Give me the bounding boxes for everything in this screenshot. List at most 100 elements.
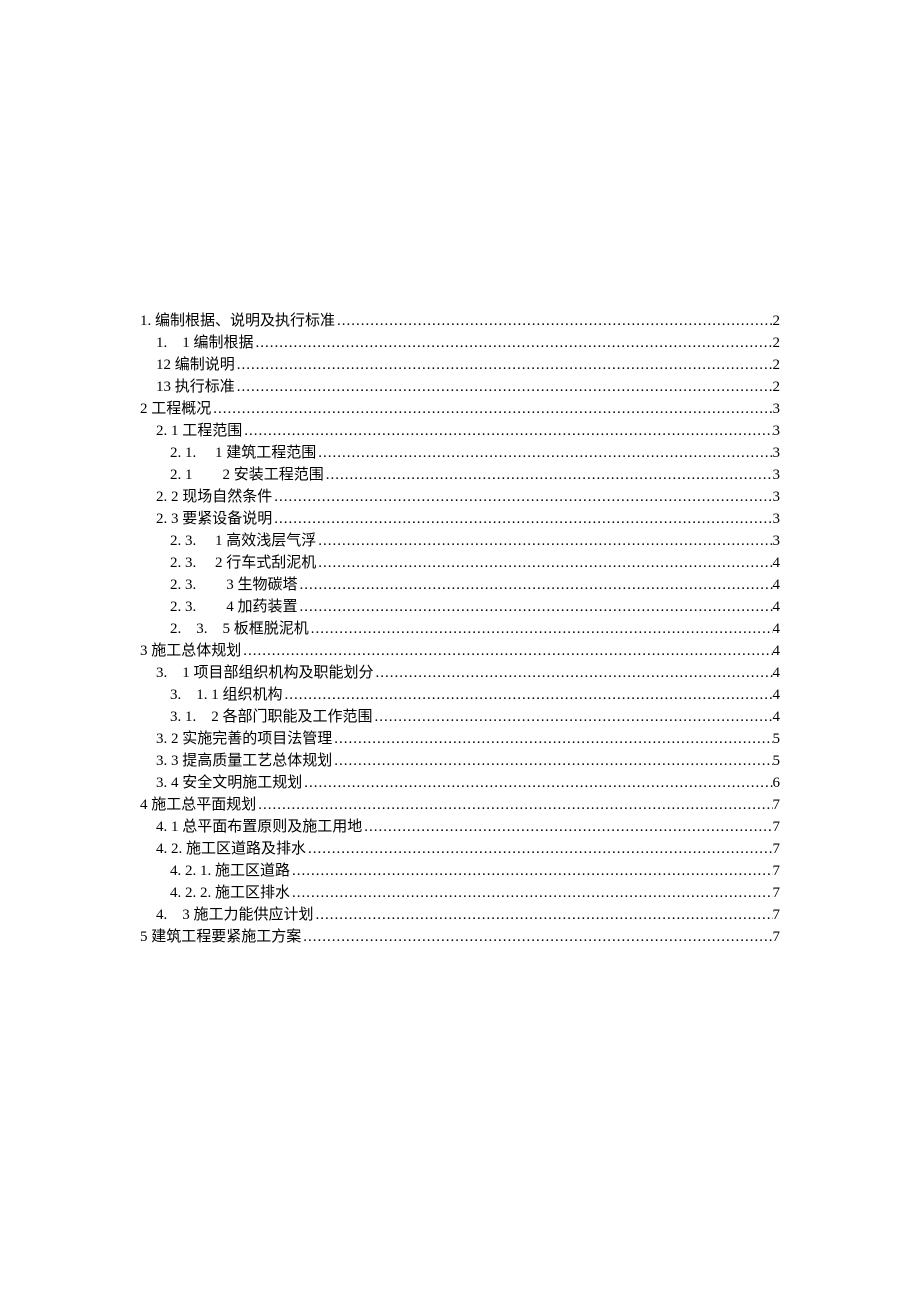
toc-page-number: 7 (773, 816, 781, 838)
toc-label: 2 工程概况 (140, 398, 211, 420)
toc-entry: 4. 2. 施工区道路及排水 7 (140, 838, 780, 860)
toc-dots (306, 838, 772, 860)
toc-label: 4. 2. 施工区道路及排水 (156, 838, 306, 860)
toc-page-number: 5 (773, 728, 781, 750)
toc-dots (235, 354, 773, 376)
toc-entry: 4. 2. 1. 施工区道路 7 (140, 860, 780, 882)
toc-label: 13 执行标准 (156, 376, 235, 398)
toc-dots (290, 882, 772, 904)
toc-entry: 2. 3. 3 生物碳塔 4 (140, 574, 780, 596)
toc-label: 2. 1 2 安装工程范围 (170, 464, 324, 486)
toc-dots (316, 552, 772, 574)
toc-label: 1. 1 编制根据 (156, 332, 254, 354)
toc-entry: 4. 3 施工力能供应计划 7 (140, 904, 780, 926)
toc-page-number: 4 (773, 662, 781, 684)
toc-entry: 4. 1 总平面布置原则及施工用地 7 (140, 816, 780, 838)
toc-dots (211, 398, 772, 420)
toc-page-number: 4 (773, 640, 781, 662)
toc-dots (298, 596, 773, 618)
toc-page-number: 3 (773, 442, 781, 464)
toc-dots (316, 442, 772, 464)
toc-page: 1. 编制根据、说明及执行标准 2 1. 1 编制根据 2 12 编制说明 2 … (0, 0, 920, 1048)
toc-entry: 3. 4 安全文明施工规划 6 (140, 772, 780, 794)
toc-page-number: 7 (773, 838, 781, 860)
toc-label: 4. 2. 2. 施工区排水 (170, 882, 290, 904)
toc-page-number: 7 (773, 904, 781, 926)
toc-page-number: 3 (773, 464, 781, 486)
toc-dots (324, 464, 773, 486)
toc-label: 2. 3. 2 行车式刮泥机 (170, 552, 316, 574)
toc-page-number: 3 (773, 530, 781, 552)
toc-entry: 2. 3 要紧设备说明 3 (140, 508, 780, 530)
toc-page-number: 7 (773, 882, 781, 904)
toc-dots (332, 750, 772, 772)
toc-label: 2. 3. 3 生物碳塔 (170, 574, 298, 596)
toc-entry: 5 建筑工程要紧施工方案 7 (140, 926, 780, 948)
toc-label: 1. 编制根据、说明及执行标准 (140, 310, 335, 332)
toc-label: 4 施工总平面规划 (140, 794, 256, 816)
toc-label: 2. 3. 1 高效浅层气浮 (170, 530, 316, 552)
toc-entry: 3. 2 实施完善的项目法管理 5 (140, 728, 780, 750)
toc-dots (290, 860, 772, 882)
toc-page-number: 3 (773, 486, 781, 508)
toc-dots (373, 706, 773, 728)
toc-label: 5 建筑工程要紧施工方案 (140, 926, 301, 948)
toc-dots (283, 684, 773, 706)
toc-entry: 1. 1 编制根据 2 (140, 332, 780, 354)
toc-label: 3. 3 提高质量工艺总体规划 (156, 750, 332, 772)
toc-page-number: 2 (773, 332, 781, 354)
toc-entry: 3. 1. 1 组织机构 4 (140, 684, 780, 706)
toc-label: 2. 3. 4 加药装置 (170, 596, 298, 618)
toc-dots (374, 662, 773, 684)
toc-label: 2. 3 要紧设备说明 (156, 508, 272, 530)
toc-entry: 2. 3. 5 板框脱泥机 4 (140, 618, 780, 640)
toc-dots (314, 904, 773, 926)
toc-page-number: 4 (773, 574, 781, 596)
toc-page-number: 7 (773, 926, 781, 948)
toc-page-number: 3 (773, 398, 781, 420)
toc-dots (254, 332, 773, 354)
toc-label: 3 施工总体规划 (140, 640, 241, 662)
toc-entry: 2. 3. 2 行车式刮泥机 4 (140, 552, 780, 574)
toc-dots (332, 728, 772, 750)
toc-entry: 12 编制说明 2 (140, 354, 780, 376)
toc-entry: 2. 2 现场自然条件 3 (140, 486, 780, 508)
toc-page-number: 2 (773, 376, 781, 398)
toc-page-number: 2 (773, 310, 781, 332)
toc-dots (272, 486, 772, 508)
toc-page-number: 2 (773, 354, 781, 376)
toc-dots (298, 574, 773, 596)
toc-dots (302, 772, 772, 794)
toc-label: 2. 1 工程范围 (156, 420, 242, 442)
toc-page-number: 4 (773, 706, 781, 728)
toc-label: 3. 2 实施完善的项目法管理 (156, 728, 332, 750)
toc-label: 3. 1 项目部组织机构及职能划分 (156, 662, 374, 684)
toc-entry: 13 执行标准 2 (140, 376, 780, 398)
toc-entry: 2. 3. 1 高效浅层气浮 3 (140, 530, 780, 552)
toc-label: 4. 3 施工力能供应计划 (156, 904, 314, 926)
toc-entry: 2. 3. 4 加药装置 4 (140, 596, 780, 618)
toc-dots (272, 508, 772, 530)
toc-entry: 3. 1 项目部组织机构及职能划分 4 (140, 662, 780, 684)
toc-page-number: 3 (773, 420, 781, 442)
toc-entry: 4. 2. 2. 施工区排水 7 (140, 882, 780, 904)
toc-label: 4. 1 总平面布置原则及施工用地 (156, 816, 362, 838)
toc-entry: 2 工程概况 3 (140, 398, 780, 420)
toc-dots (256, 794, 772, 816)
toc-dots (309, 618, 773, 640)
toc-page-number: 7 (773, 860, 781, 882)
toc-label: 4. 2. 1. 施工区道路 (170, 860, 290, 882)
toc-dots (301, 926, 772, 948)
toc-page-number: 3 (773, 508, 781, 530)
toc-entry: 3 施工总体规划 4 (140, 640, 780, 662)
toc-page-number: 4 (773, 618, 781, 640)
toc-page-number: 6 (773, 772, 781, 794)
toc-page-number: 4 (773, 596, 781, 618)
toc-page-number: 4 (773, 552, 781, 574)
toc-dots (242, 420, 772, 442)
toc-dots (362, 816, 772, 838)
toc-dots (335, 310, 772, 332)
toc-entry: 1. 编制根据、说明及执行标准 2 (140, 310, 780, 332)
toc-entry: 2. 1. 1 建筑工程范围 3 (140, 442, 780, 464)
toc-label: 2. 3. 5 板框脱泥机 (170, 618, 309, 640)
